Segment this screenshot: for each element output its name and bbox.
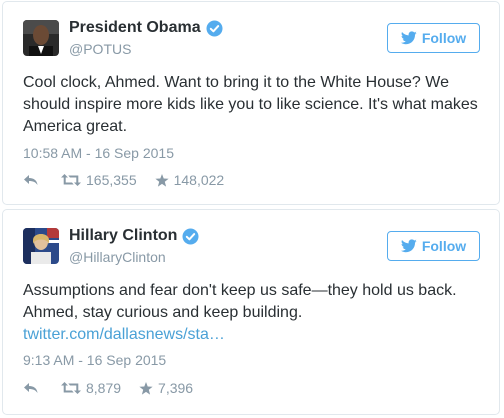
tweet-text: Cool clock, Ahmed. Want to bring it to t… <box>23 74 478 135</box>
reply-button[interactable] <box>23 174 39 186</box>
star-icon <box>155 173 169 187</box>
author-handle[interactable]: @POTUS <box>69 41 131 57</box>
retweet-button[interactable]: 165,355 <box>61 172 137 188</box>
favorite-button[interactable]: 7,396 <box>139 380 193 396</box>
author-name-row: President Obama <box>69 19 223 37</box>
verified-badge-icon <box>182 228 199 245</box>
favorite-count: 7,396 <box>158 380 194 396</box>
avatar[interactable] <box>23 20 59 56</box>
tweet-timestamp[interactable]: 9:13 AM - 16 Sep 2015 <box>23 352 166 368</box>
follow-label: Follow <box>421 238 467 254</box>
retweet-icon <box>61 382 81 394</box>
avatar[interactable] <box>23 228 59 264</box>
follow-label: Follow <box>421 30 467 46</box>
tweet-text: Assumptions and fear don't keep us safe—… <box>23 282 457 321</box>
reply-button[interactable] <box>23 382 39 394</box>
retweet-button[interactable]: 8,879 <box>61 380 121 396</box>
author-name[interactable]: Hillary Clinton <box>69 227 177 245</box>
favorite-button[interactable]: 148,022 <box>155 172 225 188</box>
twitter-bird-icon <box>400 239 417 253</box>
author-name-row: Hillary Clinton <box>69 227 199 245</box>
retweet-count: 8,879 <box>86 380 122 396</box>
tweet-link[interactable]: twitter.com/dallasnews/sta… <box>23 326 225 343</box>
retweet-icon <box>61 174 81 186</box>
tweet-timestamp[interactable]: 10:58 AM - 16 Sep 2015 <box>23 145 174 161</box>
tweet-card-clinton: Hillary Clinton @HillaryClinton Follow A… <box>2 209 500 415</box>
star-icon <box>139 381 153 395</box>
tweet-actions: 165,355 148,022 <box>23 172 224 188</box>
favorite-count: 148,022 <box>173 172 225 188</box>
follow-button[interactable]: Follow <box>387 23 480 53</box>
retweet-count: 165,355 <box>86 172 137 188</box>
tweet-card-obama: President Obama @POTUS Follow Cool clock… <box>2 1 500 205</box>
verified-badge-icon <box>206 20 223 37</box>
twitter-bird-icon <box>400 31 417 45</box>
follow-button[interactable]: Follow <box>387 231 480 261</box>
author-name[interactable]: President Obama <box>69 19 201 37</box>
tweet-body: Assumptions and fear don't keep us safe—… <box>23 280 488 346</box>
reply-arrow-icon <box>24 175 38 185</box>
reply-arrow-icon <box>24 383 38 393</box>
tweet-actions: 8,879 7,396 <box>23 380 193 396</box>
author-handle[interactable]: @HillaryClinton <box>69 249 166 265</box>
